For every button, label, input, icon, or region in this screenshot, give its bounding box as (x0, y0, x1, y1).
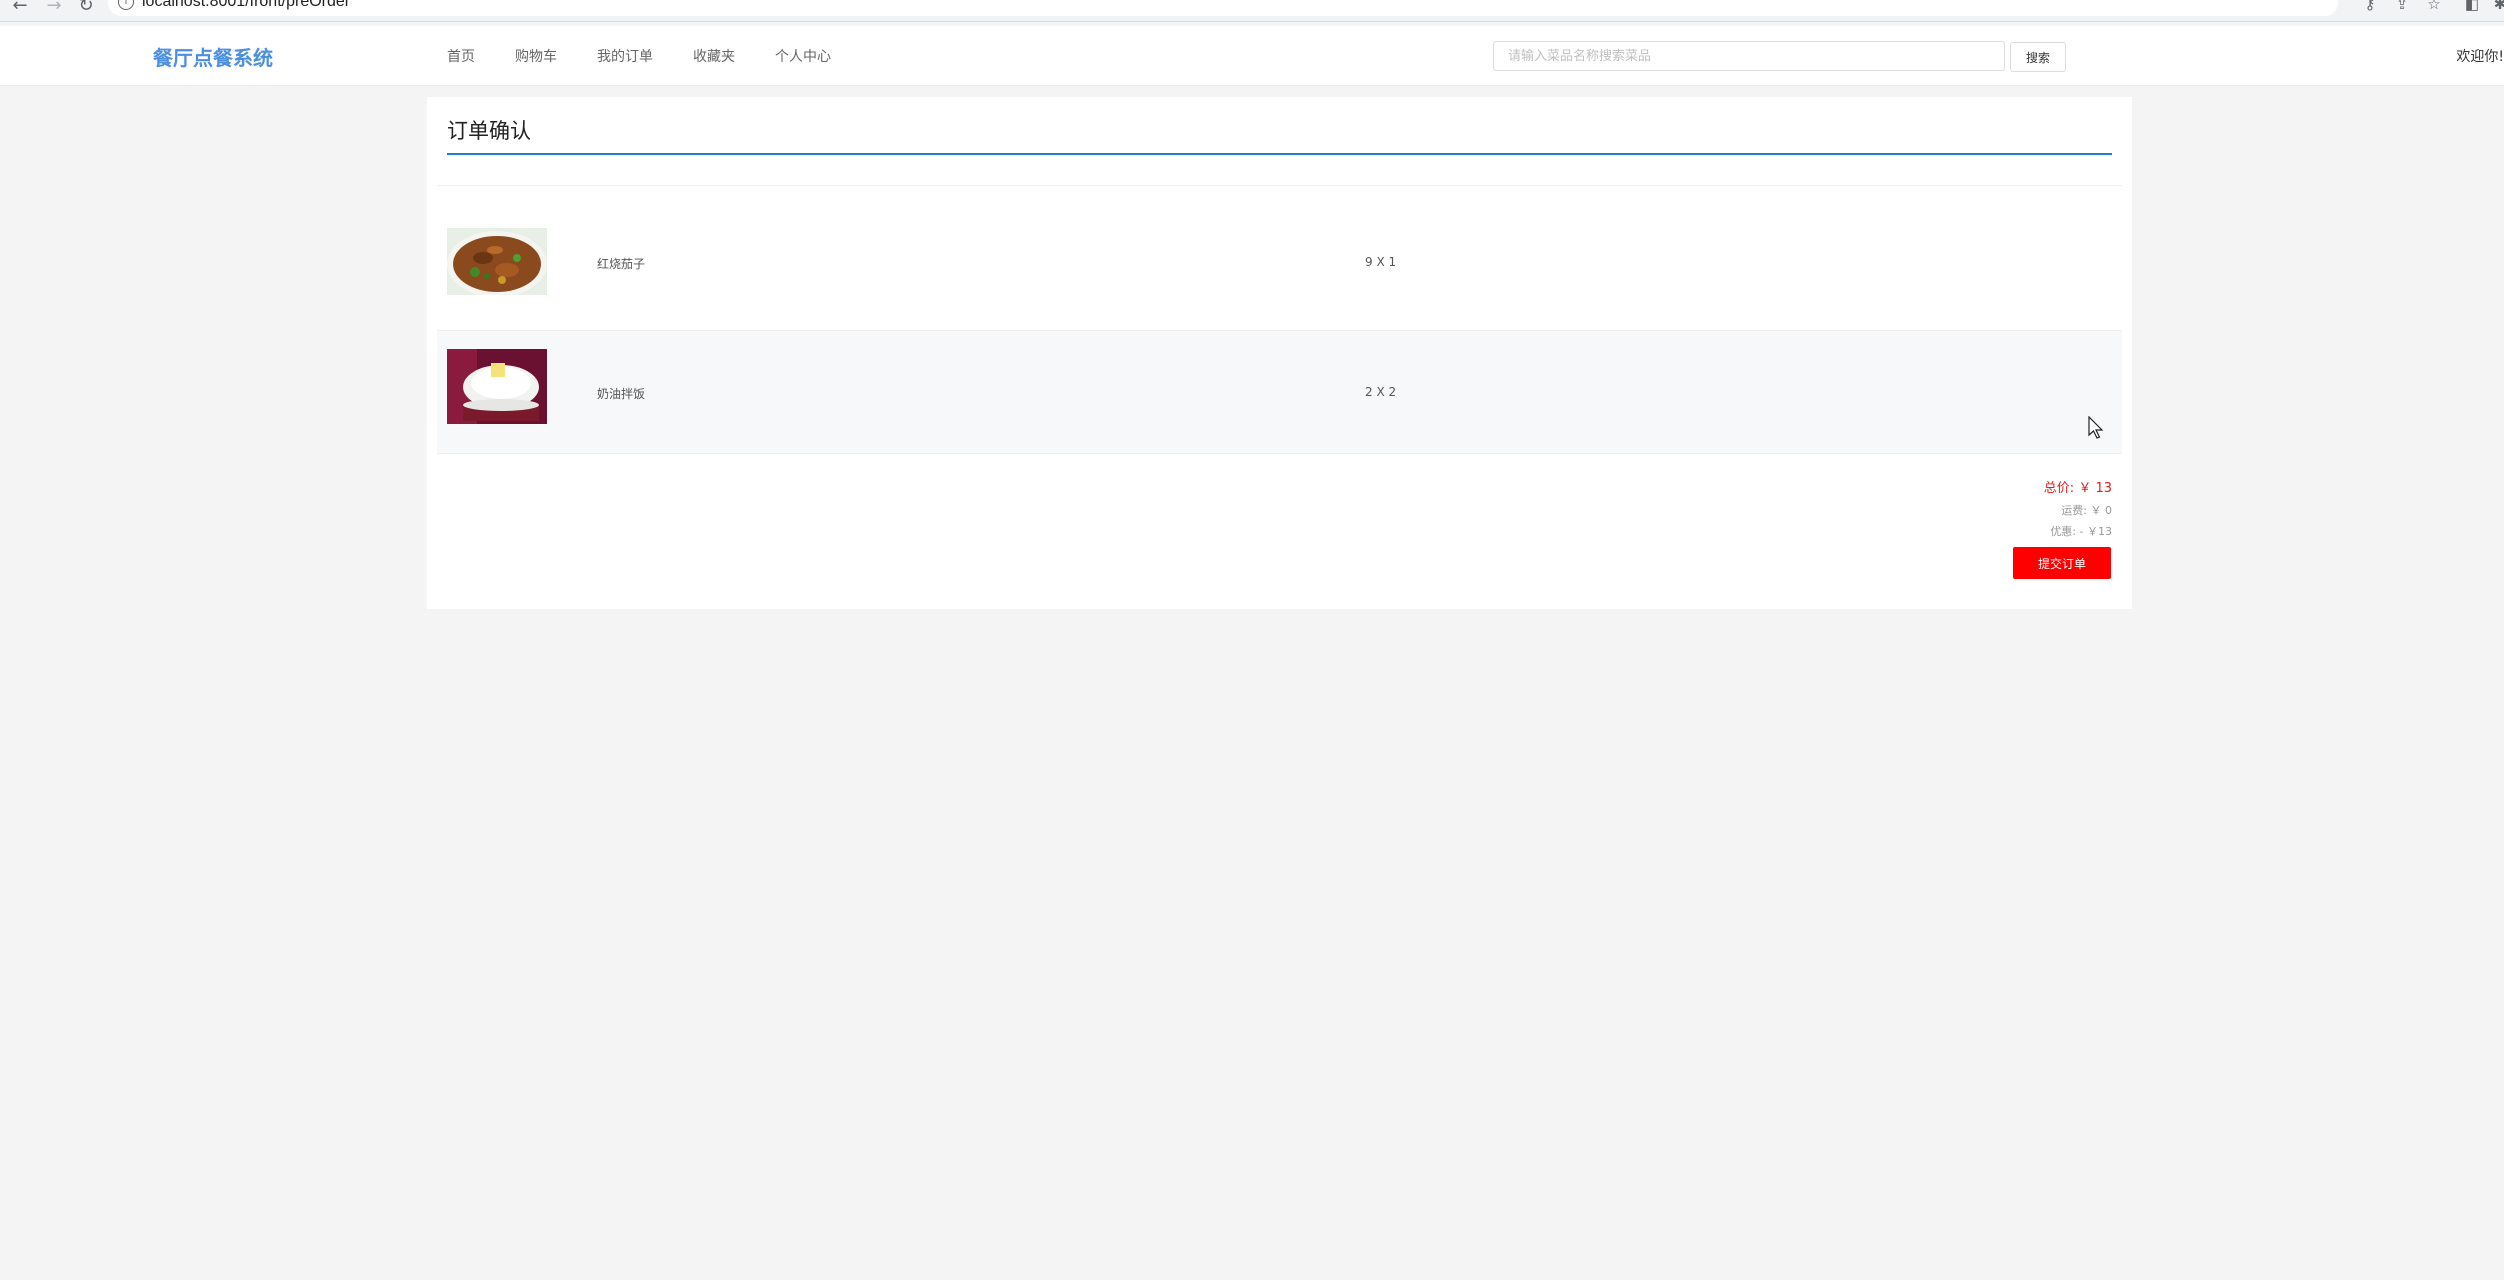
extension-icon[interactable]: ✱ (2490, 0, 2504, 14)
search-input[interactable] (1493, 41, 2005, 71)
submit-order-button[interactable]: 提交订单 (2013, 547, 2111, 579)
nav-my-orders[interactable]: 我的订单 (597, 46, 653, 66)
back-arrow-icon[interactable]: ← (8, 0, 32, 18)
forward-arrow-icon[interactable]: → (42, 0, 66, 18)
order-summary: 总价: ￥ 13 运费: ￥ 0 优惠: - ￥13 (2044, 477, 2112, 544)
key-icon[interactable]: ⚷ (2360, 0, 2380, 14)
address-url[interactable]: localhost:8001/front/preOrder (142, 0, 350, 11)
dish-name: 奶油拌饭 (597, 387, 646, 401)
order-confirm-card: 订单确认 红烧茄子 9 X 1 奶油拌饭 2 X 2 总价: ￥ 13 运费: … (427, 97, 2132, 609)
search-button[interactable]: 搜索 (2010, 42, 2066, 72)
share-icon[interactable]: ⇪ (2392, 0, 2412, 14)
title-divider (447, 153, 2112, 155)
star-icon[interactable]: ☆ (2424, 0, 2444, 14)
dish-name: 红烧茄子 (597, 257, 646, 271)
order-item-row: 红烧茄子 9 X 1 (437, 202, 2122, 326)
dish-quantity: 2 X 2 (1365, 385, 1397, 399)
mouse-cursor-icon (2088, 416, 2104, 439)
site-header: 餐厅点餐系统 首页 购物车 我的订单 收藏夹 个人中心 搜索 欢迎你! (0, 26, 2504, 86)
total-value: ￥ 13 (2078, 481, 2112, 496)
total-price: 总价: ￥ 13 (2044, 477, 2112, 496)
browser-toolbar: ← → ↻ i localhost:8001/front/preOrder ⚷ … (0, 0, 2504, 22)
side-panel-icon[interactable]: ◧ (2462, 0, 2482, 14)
address-bar[interactable] (108, 0, 2338, 16)
shipping-fee: 运费: ￥ 0 (2044, 502, 2112, 518)
discount: 优惠: - ￥13 (2044, 523, 2112, 539)
nav-cart[interactable]: 购物车 (515, 46, 557, 66)
main-nav: 首页 购物车 我的订单 收藏夹 个人中心 (447, 46, 871, 66)
total-label: 总价: (2043, 481, 2075, 496)
welcome-text: 欢迎你! (2456, 49, 2504, 65)
dish-image-butter-rice (447, 349, 547, 424)
list-divider (437, 185, 2122, 186)
site-logo[interactable]: 餐厅点餐系统 (153, 42, 273, 71)
order-item-row: 奶油拌饭 2 X 2 (437, 330, 2122, 454)
nav-profile[interactable]: 个人中心 (775, 46, 831, 66)
dish-image-eggplant (447, 228, 547, 295)
shipping-value: ￥ 0 (2090, 504, 2113, 517)
discount-label: 优惠: (2050, 525, 2077, 538)
dish-quantity: 9 X 1 (1365, 255, 1397, 269)
discount-value: - ￥13 (2079, 525, 2112, 538)
reload-icon[interactable]: ↻ (74, 0, 98, 18)
nav-home[interactable]: 首页 (447, 46, 475, 66)
shipping-label: 运费: (2061, 504, 2087, 517)
nav-favorites[interactable]: 收藏夹 (693, 46, 735, 66)
page-title: 订单确认 (447, 119, 531, 143)
